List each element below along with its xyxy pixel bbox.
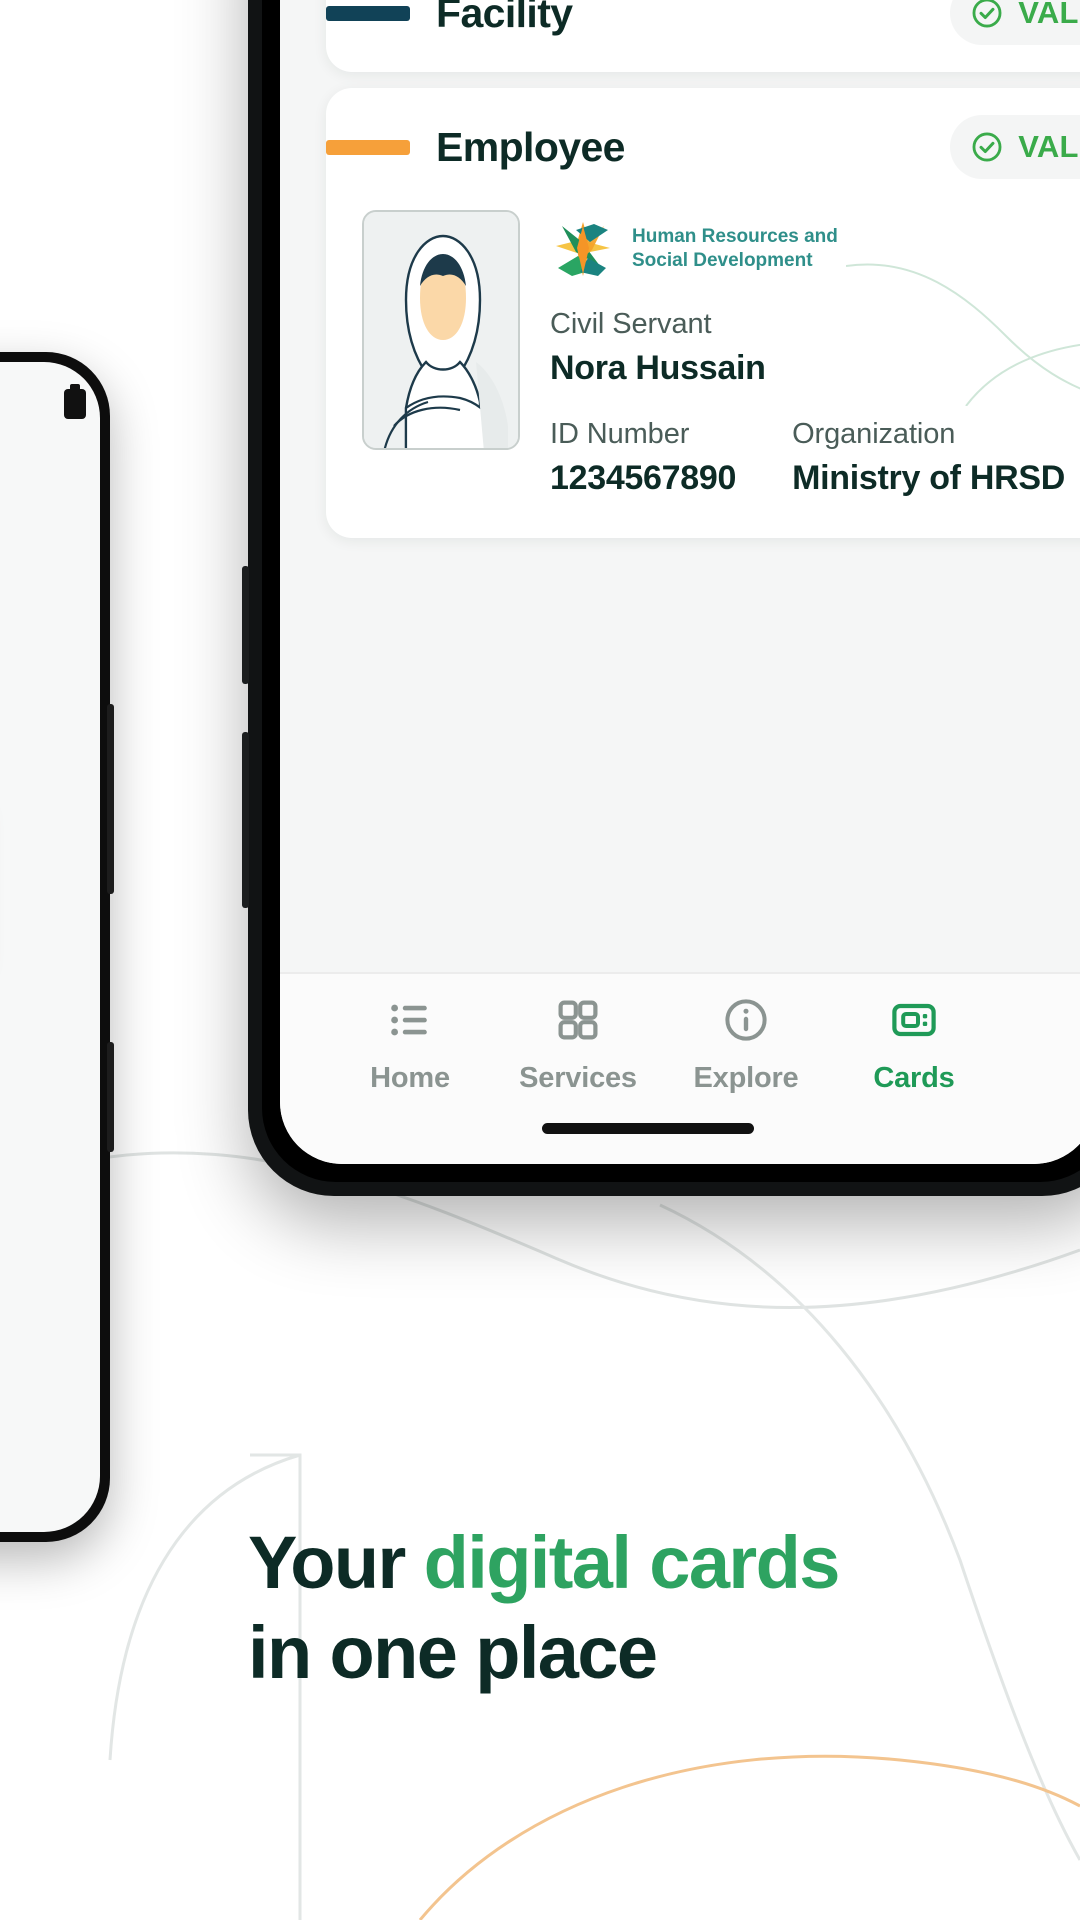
card-title: Employee: [436, 123, 625, 170]
employee-name: Nora Hussain: [550, 349, 766, 387]
tagline-highlight: digital cards: [423, 1521, 841, 1604]
tagline-prefix: Your: [248, 1521, 424, 1604]
card-title: Facility: [436, 0, 573, 36]
role-label: Civil Servant: [550, 308, 712, 340]
check-circle-icon: [972, 132, 1002, 162]
status-badge: VALID: [950, 115, 1080, 179]
nav-item-services[interactable]: Services: [494, 996, 662, 1095]
page-title: Your digital cards in one place: [248, 1518, 841, 1699]
hrsd-star-logo-icon: [556, 222, 610, 276]
status-badge-label: VALID: [1018, 0, 1080, 30]
secondary-phone-mockup: All ⊞: [0, 352, 114, 1542]
secondary-status-bar: [0, 384, 86, 424]
secondary-power-button: [107, 1042, 114, 1152]
card-accent-bar: [326, 139, 410, 155]
phone-screen: Social Security ELIGIBLE: [280, 0, 1080, 1164]
status-badge: VALID: [950, 0, 1080, 45]
nav-item-cards[interactable]: Cards: [830, 996, 998, 1095]
field-value: Ministry of HRSD: [792, 459, 1065, 497]
volume-up-button[interactable]: [242, 566, 249, 684]
grid-icon: [558, 1000, 598, 1040]
field-id-number: ID Number 1234567890: [550, 398, 736, 498]
bottom-navigation-bar: Home Services Explore Cards: [280, 972, 1080, 1164]
hrsd-logo-line-1: Human Resources and: [632, 226, 838, 248]
nav-label: Cards: [873, 1062, 955, 1094]
avatar: [362, 210, 520, 450]
secondary-volume-button: [107, 704, 114, 894]
status-badge-label: VALID: [1018, 129, 1080, 164]
field-organization: Organization Ministry of HRSD: [792, 398, 1065, 498]
field-label: ID Number: [550, 418, 690, 450]
hrsd-logo-line-2: Social Development: [632, 250, 813, 271]
cards-list: Social Security ELIGIBLE: [326, 0, 1080, 538]
secondary-phone-screen: All ⊞: [0, 362, 100, 1532]
hrsd-logo: Human Resources and Social Development: [550, 214, 1080, 284]
check-circle-icon: [972, 0, 1002, 28]
card-scan-icon: [892, 1003, 936, 1037]
bottom-nav-items: Home Services Explore Cards: [280, 974, 1080, 1095]
employee-fields: ID Number 1234567890 Organization Minist…: [550, 398, 1080, 498]
card-employee[interactable]: Employee VALID: [326, 88, 1080, 538]
list-icon: [391, 1004, 427, 1036]
employee-card-body: Human Resources and Social Development C…: [326, 206, 1080, 538]
nav-label: Services: [519, 1062, 637, 1094]
tagline-line-2: in one place: [248, 1611, 658, 1695]
home-indicator[interactable]: [542, 1123, 754, 1134]
screenshot-root: All ⊞ Social Security: [0, 0, 1080, 1920]
nav-label: Explore: [693, 1062, 799, 1094]
nav-item-home[interactable]: Home: [326, 996, 494, 1095]
volume-down-button[interactable]: [242, 732, 249, 908]
primary-phone-mockup: Social Security ELIGIBLE: [242, 0, 1080, 1196]
field-label: Organization: [792, 418, 956, 450]
field-value: 1234567890: [550, 459, 737, 497]
phone-bezel: Social Security ELIGIBLE: [262, 0, 1080, 1182]
info-circle-icon: [725, 999, 767, 1041]
tagline-line-1: Your digital cards: [248, 1518, 841, 1608]
employee-info: Human Resources and Social Development C…: [550, 210, 1080, 498]
nav-item-explore[interactable]: Explore: [662, 996, 830, 1095]
battery-icon: [64, 384, 86, 419]
card-accent-bar: [326, 5, 410, 21]
hrsd-logo-text: Human Resources and Social Development: [632, 225, 838, 273]
employee-avatar-illustration: [364, 212, 518, 448]
nav-label: Home: [370, 1062, 450, 1094]
card-facility[interactable]: Facility VALID: [326, 0, 1080, 72]
